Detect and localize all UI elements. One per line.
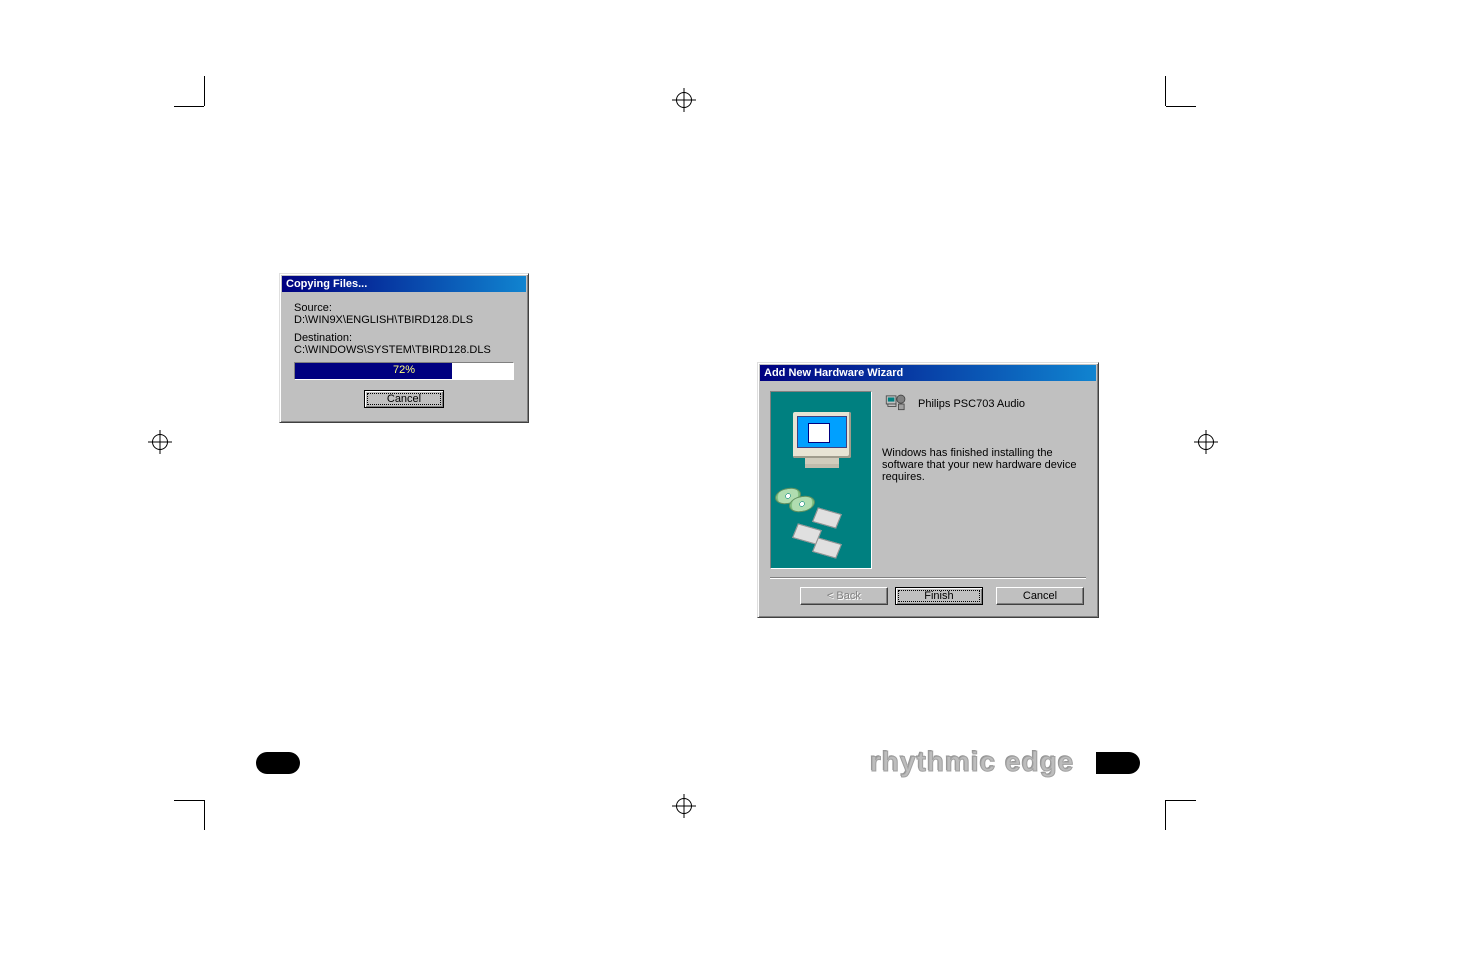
crop-mark xyxy=(1165,76,1166,106)
copying-files-dialog: Copying Files... Source: D:\WIN9X\ENGLIS… xyxy=(279,273,529,423)
add-new-hardware-wizard-dialog: Add New Hardware Wizard xyxy=(757,362,1099,618)
finish-button[interactable]: Finish xyxy=(895,587,983,605)
cancel-button[interactable]: Cancel xyxy=(996,587,1084,605)
cancel-button[interactable]: Cancel xyxy=(364,390,444,408)
wizard-body-text: Windows has finished installing the soft… xyxy=(882,447,1086,483)
separator xyxy=(770,577,1086,579)
page-tab-marker xyxy=(256,752,300,774)
brand-logo-text: rhythmic edge xyxy=(870,746,1074,778)
registration-mark xyxy=(672,88,696,112)
device-icon xyxy=(882,391,910,417)
progress-percent: 72% xyxy=(295,363,513,379)
source-value: D:\WIN9X\ENGLISH\TBIRD128.DLS xyxy=(294,314,514,326)
device-name: Philips PSC703 Audio xyxy=(918,398,1025,410)
progress-bar: 72% xyxy=(294,362,514,380)
dialog-title: Copying Files... xyxy=(282,276,526,292)
crop-mark xyxy=(174,800,204,801)
registration-mark xyxy=(1194,430,1218,454)
destination-label: Destination: xyxy=(294,332,514,344)
crop-mark xyxy=(174,106,204,107)
wizard-illustration xyxy=(770,391,872,569)
crop-mark xyxy=(1166,106,1196,107)
back-button: < Back xyxy=(800,587,888,605)
destination-value: C:\WINDOWS\SYSTEM\TBIRD128.DLS xyxy=(294,344,514,356)
crop-mark xyxy=(204,800,205,830)
crop-mark xyxy=(204,76,205,106)
source-label: Source: xyxy=(294,302,514,314)
crop-mark xyxy=(1165,800,1166,830)
dialog-title: Add New Hardware Wizard xyxy=(760,365,1096,381)
crop-mark xyxy=(1166,800,1196,801)
page-tab-marker xyxy=(1096,752,1140,774)
registration-mark xyxy=(148,430,172,454)
registration-mark xyxy=(672,794,696,818)
